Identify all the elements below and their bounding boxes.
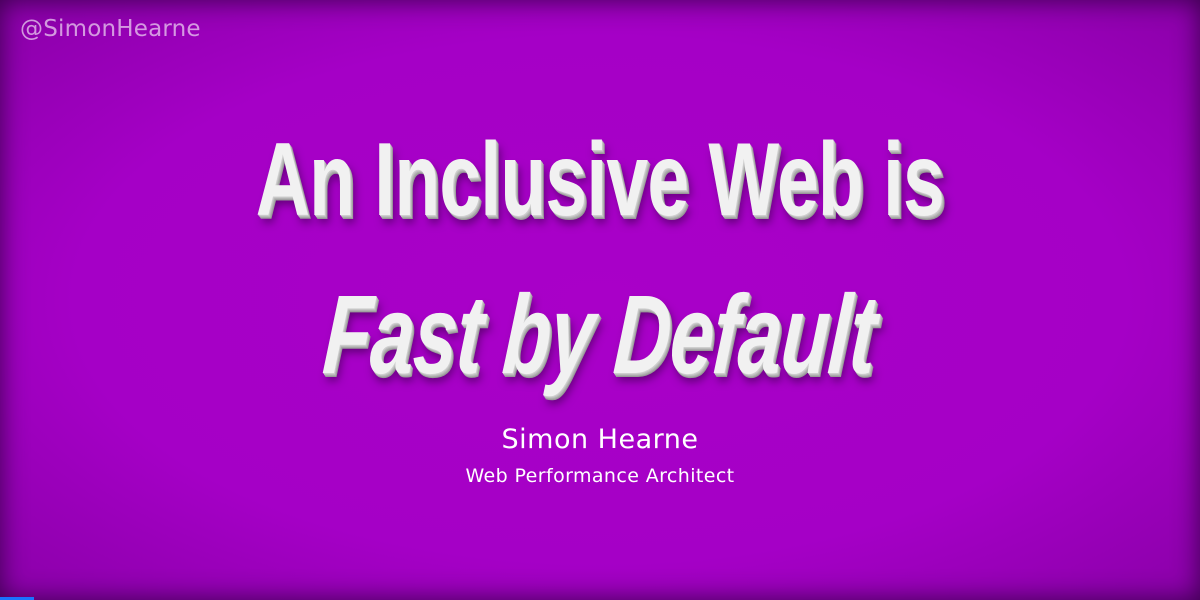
title-line-1-text: An Inclusive Web is — [255, 122, 945, 238]
speaker-role: Web Performance Architect — [465, 465, 735, 487]
title-line-2-text: Fast by Default — [319, 272, 881, 397]
title-line-1: An Inclusive Web is — [0, 118, 1200, 242]
title-slide: @SimonHearne An Inclusive Web is Fast by… — [0, 0, 1200, 600]
speaker-name: Simon Hearne — [501, 424, 699, 455]
title-line-2: Fast by Default — [0, 270, 1200, 400]
twitter-handle: @SimonHearne — [20, 16, 201, 42]
